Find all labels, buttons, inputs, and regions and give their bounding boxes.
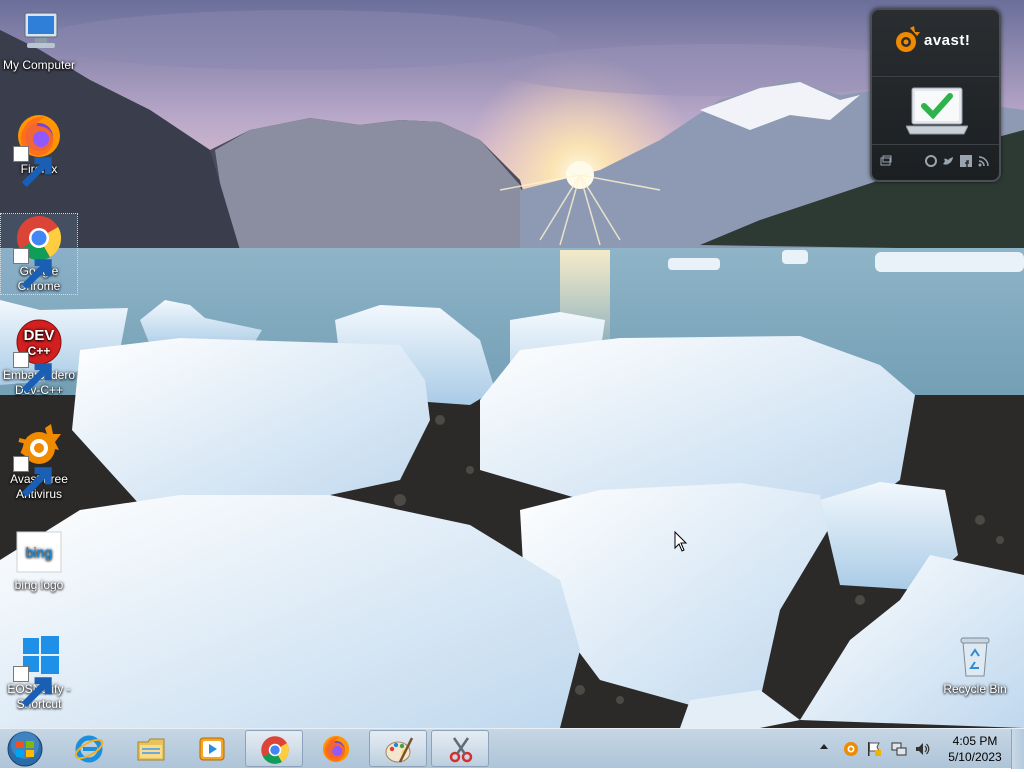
desktop-icon-label: My Computer xyxy=(2,58,76,72)
desktop-icon-label: Recycle Bin xyxy=(943,682,1007,696)
firefox-icon xyxy=(322,735,350,763)
show-hidden-icons-arrow[interactable] xyxy=(820,744,828,749)
system-clock[interactable]: 4:05 PM 5/10/2023 xyxy=(940,733,1010,765)
show-desktop-button[interactable] xyxy=(1011,729,1024,769)
chrome-icon xyxy=(261,736,289,764)
clock-time: 4:05 PM xyxy=(952,734,998,748)
network-icon[interactable] xyxy=(891,741,907,757)
desktop-icon-embarcadero-dev-cpp[interactable]: DEV C++ Embarcadero Dev-C++ xyxy=(1,318,77,398)
desktop-icon-firefox[interactable]: Firefox xyxy=(1,112,77,188)
avast-icon xyxy=(13,422,63,498)
taskbar-item-paint[interactable] xyxy=(369,730,427,767)
gadget-divider xyxy=(872,76,999,77)
volume-icon[interactable] xyxy=(914,741,930,757)
taskbar: 4:05 PM 5/10/2023 xyxy=(0,728,1024,769)
chrome-icon xyxy=(13,214,63,290)
taskbar-item-chrome[interactable] xyxy=(245,730,303,767)
windows-start-orb xyxy=(7,731,43,767)
window-icon[interactable] xyxy=(880,154,892,166)
devcpp-badge-top: DEV xyxy=(24,327,55,344)
file-explorer-icon xyxy=(137,738,165,761)
shortcut-arrow-icon xyxy=(13,666,52,708)
bing-logo-text: bing xyxy=(26,544,52,560)
rss-icon[interactable] xyxy=(978,154,990,167)
desktop[interactable]: My Computer Firefox Google Chrome DEV C+… xyxy=(0,0,1024,728)
avast-brand: avast! xyxy=(892,26,982,54)
shortcut-arrow-icon xyxy=(13,456,52,498)
snipping-tool-icon xyxy=(449,737,473,763)
desktop-icon-recycle-bin[interactable]: Recycle Bin xyxy=(937,632,1013,697)
laptop-check-icon[interactable] xyxy=(905,86,969,143)
twitter-icon[interactable] xyxy=(942,154,954,166)
recycle-bin-icon xyxy=(951,632,999,680)
taskbar-item-snipping-tool[interactable] xyxy=(431,730,489,767)
gadget-footer-icons xyxy=(880,154,992,168)
facebook-icon[interactable] xyxy=(960,154,972,167)
computer-icon xyxy=(15,8,63,56)
desktop-icon-my-computer[interactable]: My Computer xyxy=(1,8,77,73)
firefox-icon xyxy=(13,112,63,188)
internet-explorer-icon xyxy=(74,735,104,763)
taskbar-item-media-player[interactable] xyxy=(183,730,241,767)
avast-brand-text: avast! xyxy=(924,32,971,49)
desktop-icon-google-chrome[interactable]: Google Chrome xyxy=(0,213,78,295)
devcpp-icon: DEV C++ xyxy=(13,318,63,394)
shortcut-arrow-icon xyxy=(13,352,52,394)
action-center-flag-icon[interactable] xyxy=(866,741,882,757)
mouse-cursor-icon xyxy=(674,531,688,552)
taskbar-item-file-explorer[interactable] xyxy=(122,730,180,767)
windows-icon xyxy=(13,632,63,708)
gadget-divider xyxy=(872,144,999,145)
desktop-icon-avast-free-antivirus[interactable]: Avast Free Antivirus xyxy=(1,422,77,502)
avast-gadget[interactable]: avast! xyxy=(870,8,1001,182)
shortcut-arrow-icon xyxy=(13,248,52,290)
desktop-icon-bing-logo[interactable]: bing bing logo xyxy=(1,528,77,593)
media-player-icon xyxy=(199,737,225,761)
paint-icon xyxy=(385,737,414,763)
start-button[interactable] xyxy=(6,731,44,767)
globe-icon[interactable] xyxy=(925,154,937,167)
taskbar-item-internet-explorer[interactable] xyxy=(60,730,118,767)
shortcut-arrow-icon xyxy=(13,146,52,188)
desktop-icon-eosnotify-shortcut[interactable]: EOSNotify - Shortcut xyxy=(1,632,77,712)
avast-logo-icon xyxy=(896,26,920,52)
bing-icon: bing xyxy=(15,528,63,576)
desktop-icon-label: bing logo xyxy=(14,578,64,592)
clock-date: 5/10/2023 xyxy=(948,750,1002,764)
taskbar-item-firefox[interactable] xyxy=(307,730,365,767)
avast-tray-icon[interactable] xyxy=(843,741,859,757)
